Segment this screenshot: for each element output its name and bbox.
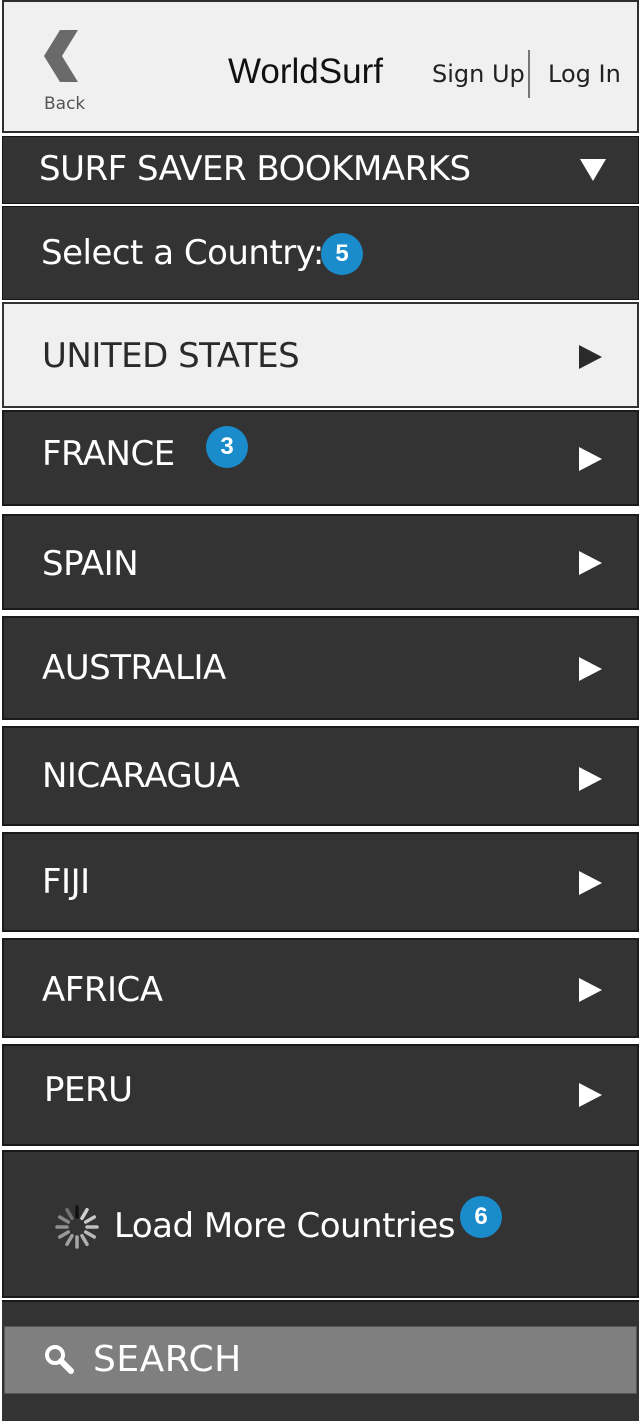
- chevron-right-icon: [579, 657, 602, 681]
- country-label: NICARAGUA: [42, 756, 240, 796]
- country-row-nicaragua[interactable]: NICARAGUA: [2, 726, 639, 826]
- app-title: WorldSurf: [228, 52, 383, 91]
- back-label: Back: [44, 94, 86, 114]
- bookmarks-label: SURF SAVER BOOKMARKS: [39, 149, 471, 189]
- load-more-label: Load More Countries: [114, 1206, 456, 1246]
- country-label: FRANCE: [42, 434, 175, 474]
- search-section: SEARCH: [2, 1300, 639, 1421]
- bookmarks-dropdown[interactable]: SURF SAVER BOOKMARKS: [2, 136, 639, 204]
- country-label: AFRICA: [42, 970, 163, 1010]
- annotation-badge: 3: [206, 426, 248, 468]
- spinner-icon: [55, 1205, 99, 1249]
- chevron-right-icon: [579, 345, 602, 369]
- select-country-heading: Select a Country: 5: [2, 206, 639, 300]
- country-label: SPAIN: [42, 544, 139, 584]
- country-row-united-states[interactable]: UNITED STATES: [2, 302, 639, 408]
- country-row-australia[interactable]: AUSTRALIA: [2, 616, 639, 720]
- chevron-right-icon: [579, 1083, 602, 1107]
- search-button[interactable]: SEARCH: [4, 1326, 637, 1394]
- load-more-countries-button[interactable]: Load More Countries 6: [2, 1150, 639, 1298]
- country-row-spain[interactable]: SPAIN: [2, 514, 639, 610]
- sign-up-link[interactable]: Sign Up: [432, 60, 525, 88]
- chevron-right-icon: [579, 978, 602, 1002]
- back-chevron-icon: [44, 30, 78, 82]
- country-label: PERU: [44, 1070, 133, 1110]
- country-label: AUSTRALIA: [42, 648, 226, 688]
- annotation-badge: 6: [460, 1196, 502, 1238]
- country-row-peru[interactable]: PERU: [2, 1044, 639, 1146]
- log-in-link[interactable]: Log In: [548, 60, 621, 88]
- country-row-france[interactable]: FRANCE 3: [2, 410, 639, 506]
- dropdown-triangle-icon: [580, 159, 606, 181]
- country-row-africa[interactable]: AFRICA: [2, 938, 639, 1038]
- chevron-right-icon: [579, 447, 602, 471]
- country-label: UNITED STATES: [42, 336, 300, 376]
- chevron-right-icon: [579, 767, 602, 791]
- search-label: SEARCH: [93, 1339, 242, 1380]
- select-country-label: Select a Country:: [41, 233, 324, 273]
- annotation-badge: 5: [321, 233, 363, 275]
- search-icon: [45, 1345, 74, 1374]
- country-row-fiji[interactable]: FIJI: [2, 832, 639, 932]
- chevron-right-icon: [579, 551, 602, 575]
- header-divider: [528, 50, 530, 98]
- app-header: Back WorldSurf Sign Up Log In: [2, 0, 639, 133]
- chevron-right-icon: [579, 871, 602, 895]
- country-label: FIJI: [42, 862, 90, 902]
